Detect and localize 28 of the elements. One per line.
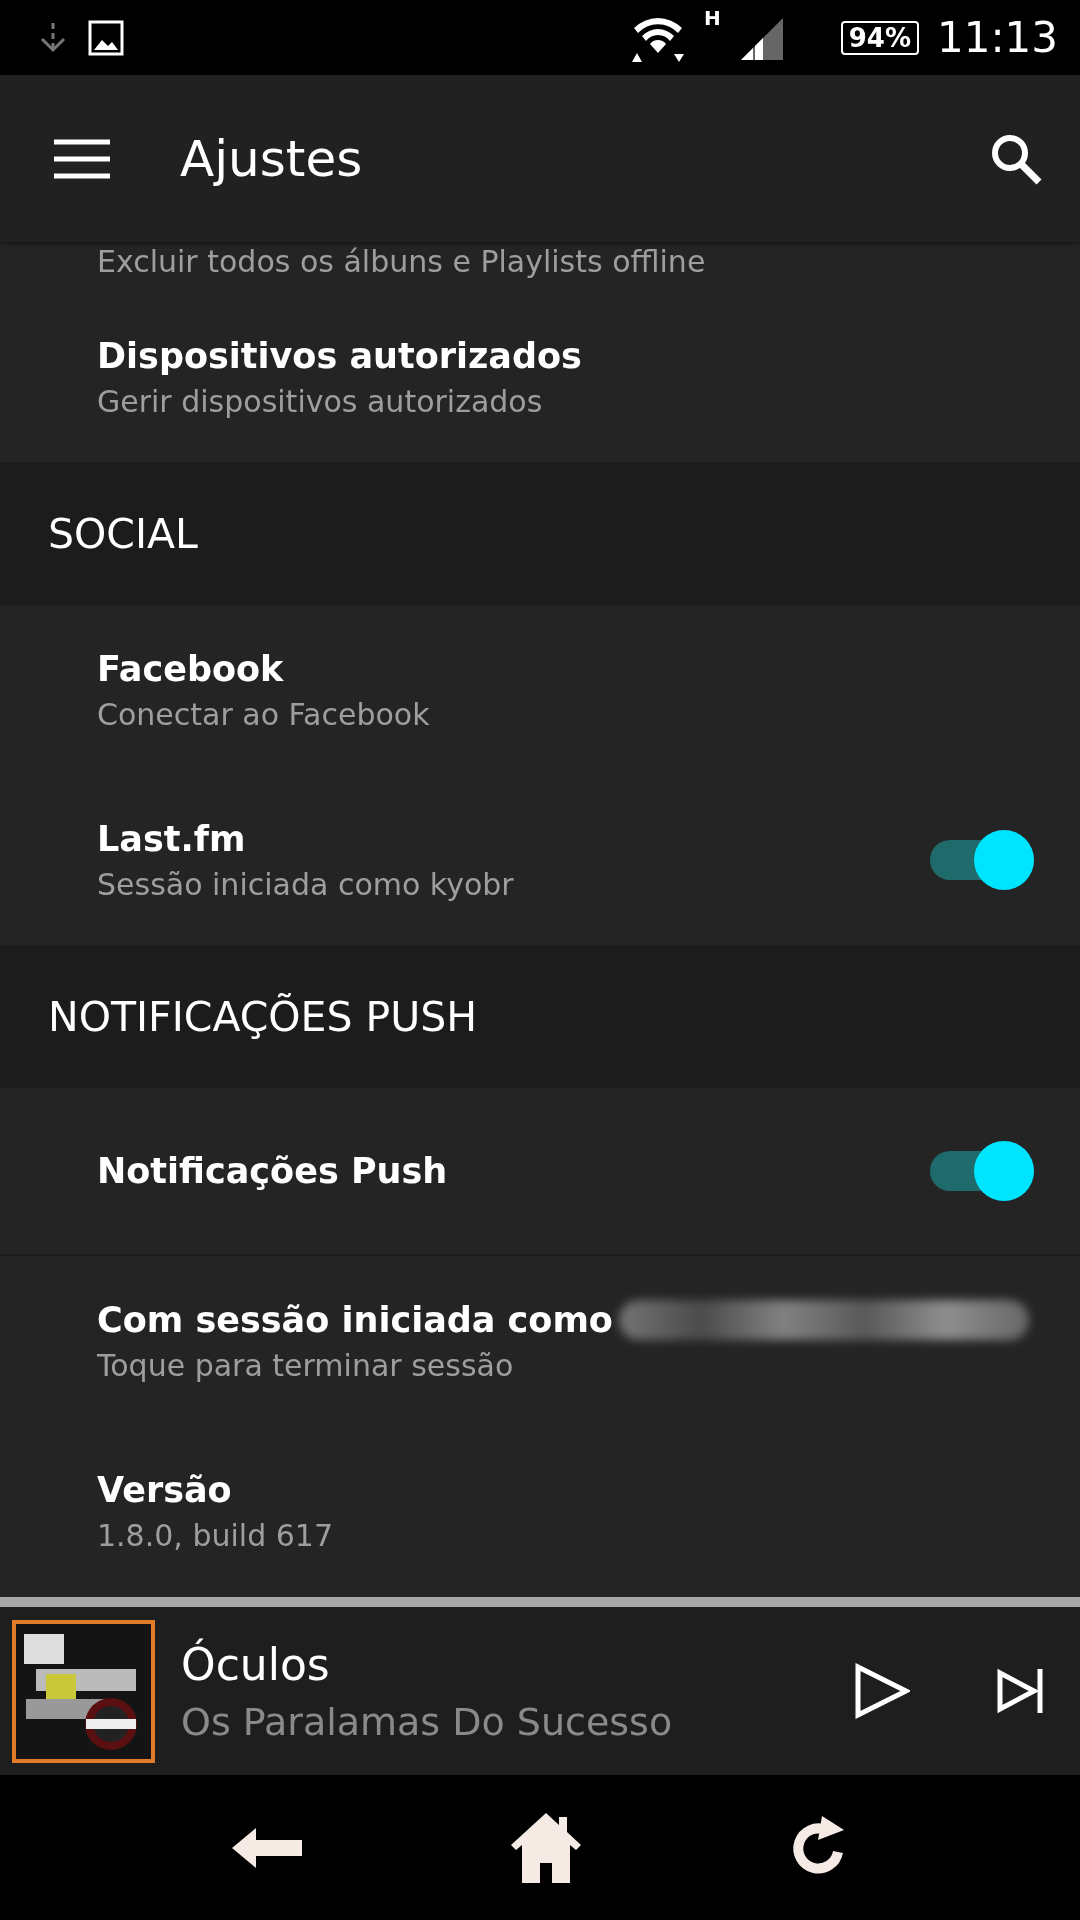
setting-subtitle: 1.8.0, build 617 [97,1517,334,1553]
setting-title: Versão [97,1469,233,1510]
track-title: Óculos [181,1638,331,1690]
setting-subtitle: Conectar ao Facebook [97,696,431,732]
back-button[interactable] [232,1825,305,1870]
play-button[interactable] [854,1663,910,1719]
setting-title: Facebook [97,648,285,689]
toggle-switch[interactable] [930,1141,1034,1201]
setting-subtitle: Sessão iniciada como kyobr [97,866,515,902]
toggle-switch[interactable] [930,830,1034,890]
setting-title: Last.fm [97,818,247,859]
section-header: NOTIFICAÇÕES PUSH [48,992,478,1041]
setting-subtitle: Excluir todos os álbuns e Playlists offline [97,244,706,280]
network-type: H [703,6,721,30]
setting-title: Com sessão iniciada como [97,1299,613,1340]
image-icon [88,19,124,56]
clock: 11:13 [936,13,1058,62]
battery-indicator: 94% [840,20,919,55]
setting-subtitle: Gerir dispositivos autorizados [97,383,544,419]
section-header: SOCIAL [48,509,198,558]
setting-subtitle: Toque para terminar sessão [97,1347,515,1383]
home-button[interactable] [509,1810,583,1885]
setting-title: Dispositivos autorizados [97,335,583,376]
screen-title: Ajustes [180,129,364,188]
skip-next-button[interactable] [996,1667,1044,1715]
setting-title: Notificações Push [97,1151,449,1191]
menu-button[interactable] [54,138,110,179]
track-artist: Os Paralamas Do Sucesso [181,1699,674,1744]
